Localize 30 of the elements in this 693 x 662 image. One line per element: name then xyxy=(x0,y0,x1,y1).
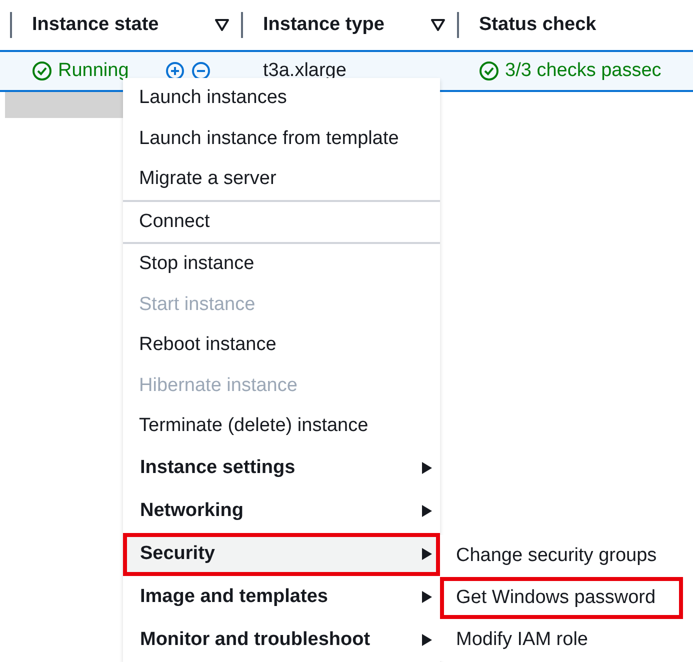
submenu-item[interactable]: Instance settings xyxy=(123,446,440,490)
menu-item[interactable]: Modify IAM role xyxy=(440,619,683,661)
submenu-item[interactable]: Networking xyxy=(123,490,440,532)
menu-item[interactable]: Change security groups xyxy=(440,535,683,577)
status-text: 3/3 checks passec xyxy=(505,60,662,82)
column-header[interactable]: Instance state xyxy=(32,14,207,36)
zoom-out-icon[interactable] xyxy=(190,61,211,81)
menu-item[interactable]: Get Windows password xyxy=(440,577,683,619)
menu-item[interactable]: Reboot instance xyxy=(123,325,440,366)
menu-item[interactable]: Launch instance from template xyxy=(123,118,440,159)
filter-icon[interactable] xyxy=(431,19,445,31)
caret-icon xyxy=(422,634,432,646)
submenu-item[interactable]: Image and templates xyxy=(123,576,440,618)
menu-item[interactable]: Stop instance xyxy=(123,244,440,284)
caret-icon xyxy=(422,462,432,474)
check-circle-icon xyxy=(479,61,499,81)
column-header[interactable]: Status check xyxy=(479,14,681,36)
caret-icon xyxy=(422,591,432,603)
caret-icon xyxy=(422,505,432,517)
column-header[interactable]: Instance type xyxy=(263,14,423,36)
zoom-in-icon[interactable] xyxy=(164,61,185,81)
filter-icon[interactable] xyxy=(215,19,229,31)
menu-item[interactable]: Terminate (delete) instance xyxy=(123,406,440,446)
menu-item[interactable]: Connect xyxy=(123,202,440,242)
submenu-item[interactable]: Security xyxy=(123,532,440,576)
scrollbar[interactable] xyxy=(5,92,123,118)
menu-item[interactable]: Migrate a server xyxy=(123,159,440,200)
check-circle-icon xyxy=(32,61,52,81)
submenu-item[interactable]: Monitor and troubleshoot xyxy=(123,618,440,662)
caret-icon xyxy=(422,548,432,560)
